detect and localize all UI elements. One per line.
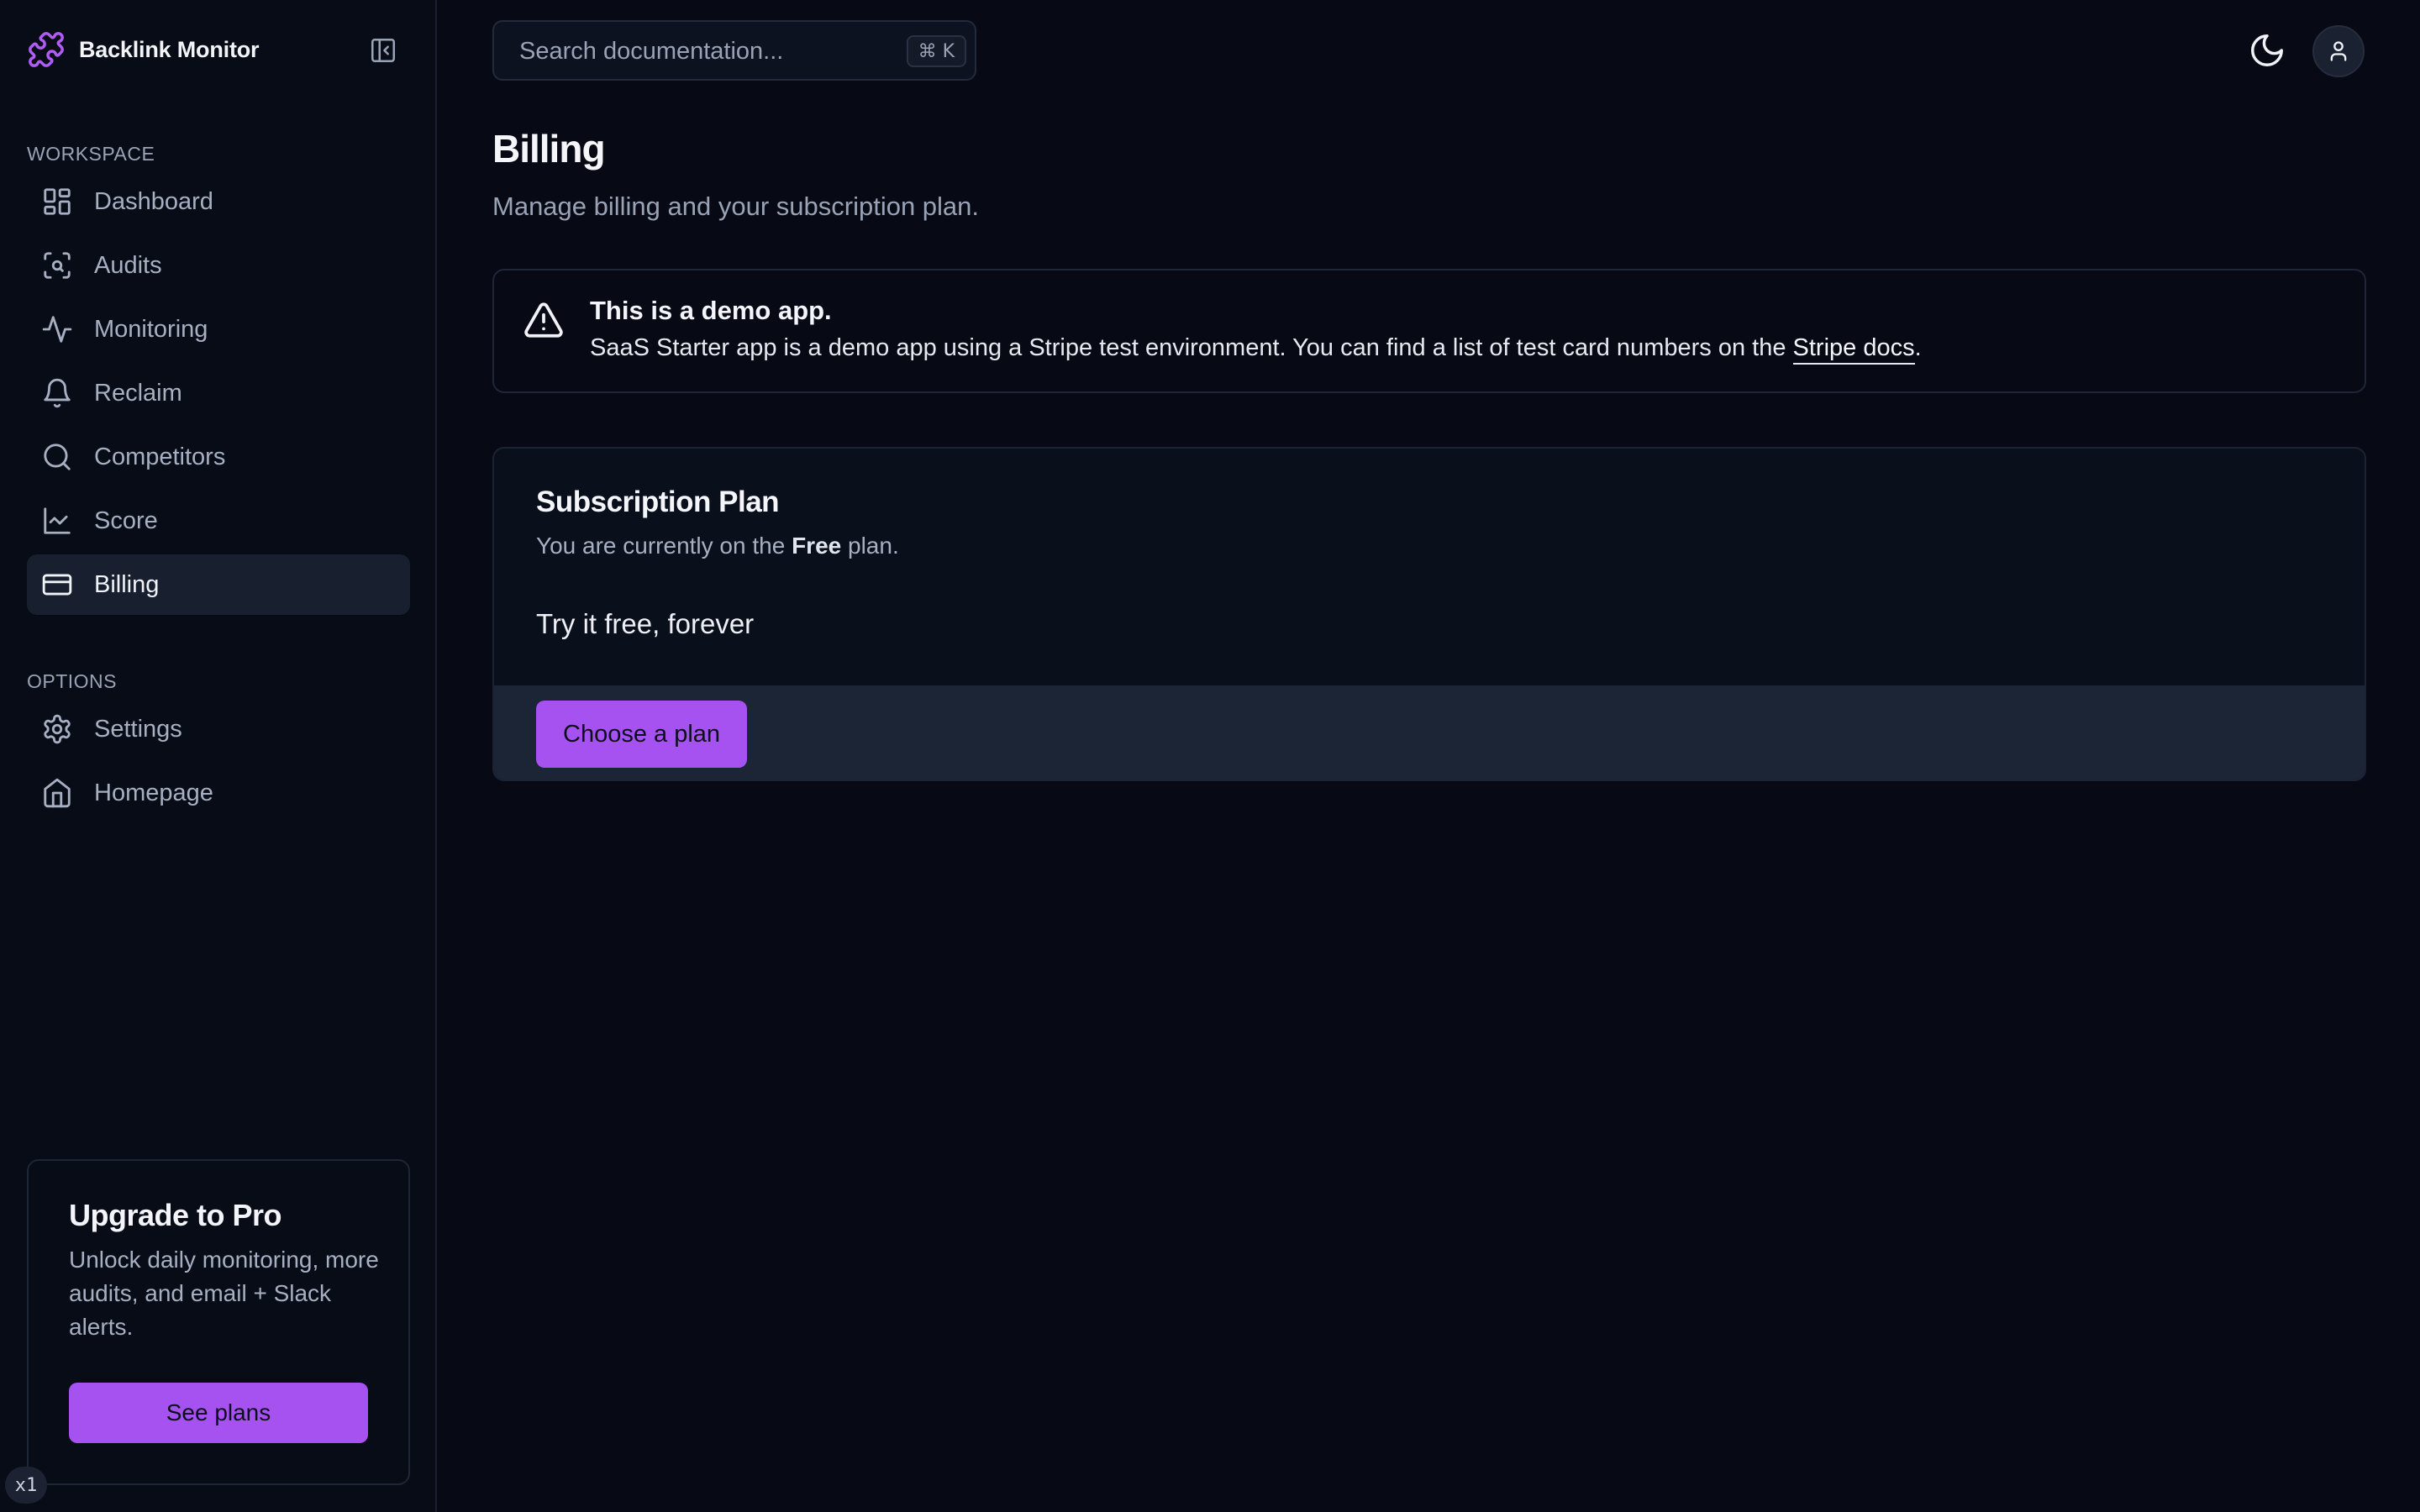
alert-title: This is a demo app. [590, 296, 832, 325]
gear-icon [40, 712, 74, 746]
page-title: Billing [492, 127, 606, 171]
search-shortcut-badge: ⌘ K [906, 35, 966, 67]
sidebar-item-dashboard[interactable]: Dashboard [27, 171, 410, 232]
sidebar-item-settings[interactable]: Settings [27, 699, 410, 759]
upgrade-title: Upgrade to Pro [69, 1198, 282, 1232]
demo-alert: This is a demo app. SaaS Starter app is … [492, 269, 2366, 393]
sidebar-item-label: Reclaim [94, 379, 182, 407]
activity-icon [40, 312, 74, 346]
credit-card-icon [40, 568, 74, 601]
sidebar-item-label: Settings [94, 715, 182, 743]
sidebar-item-score[interactable]: Score [27, 491, 410, 551]
sidebar-item-billing[interactable]: Billing [27, 554, 410, 615]
sidebar-item-homepage[interactable]: Homepage [27, 763, 410, 823]
home-icon [40, 776, 74, 810]
sidebar-item-label: Monitoring [94, 315, 208, 343]
search-box[interactable]: ⌘ K [492, 20, 976, 81]
app: Backlink Monitor WORKSPACE Dashboard Aud… [0, 0, 2420, 1512]
sidebar-item-monitoring[interactable]: Monitoring [27, 299, 410, 360]
brand[interactable]: Backlink Monitor [27, 29, 260, 71]
search-input[interactable] [519, 34, 881, 69]
bell-icon [40, 376, 74, 410]
workspace-section-label: WORKSPACE [27, 143, 155, 165]
see-plans-button[interactable]: See plans [69, 1383, 368, 1443]
sidebar-item-label: Audits [94, 251, 162, 279]
theme-toggle-button[interactable] [2244, 27, 2291, 74]
alert-text: SaaS Starter app is a demo app using a S… [590, 334, 1922, 365]
plan-card-title: Subscription Plan [536, 486, 780, 518]
puzzle-logo-icon [29, 32, 64, 67]
page-subtitle: Manage billing and your subscription pla… [492, 192, 980, 221]
plan-card-footer: Choose a plan [494, 685, 2365, 780]
plan-tagline: Try it free, forever [536, 608, 755, 639]
chart-icon [40, 504, 74, 538]
sidebar-item-audits[interactable]: Audits [27, 235, 410, 296]
subscription-plan-card: Subscription Plan You are currently on t… [492, 447, 2366, 781]
choose-plan-button[interactable]: Choose a plan [536, 701, 748, 768]
plan-desc-suffix: plan. [848, 533, 899, 559]
user-icon [2330, 41, 2347, 61]
sidebar-item-reclaim[interactable]: Reclaim [27, 363, 410, 423]
current-plan-name: Free [792, 533, 842, 559]
sidebar-item-label: Competitors [94, 443, 226, 470]
sidebar-item-competitors[interactable]: Competitors [27, 427, 410, 487]
app-name: Backlink Monitor [79, 36, 260, 62]
version-badge[interactable]: x1 [5, 1467, 47, 1504]
sidebar: Backlink Monitor WORKSPACE Dashboard Aud… [0, 0, 437, 1512]
warning-triangle-icon [524, 302, 563, 338]
stripe-docs-link[interactable]: Stripe docs [1792, 334, 1915, 365]
sidebar-item-label: Homepage [94, 779, 213, 806]
upgrade-description: Unlock daily monitoring, more audits, an… [69, 1247, 379, 1340]
dashboard-icon [40, 185, 74, 218]
sidebar-item-label: Dashboard [94, 187, 213, 215]
moon-icon [2251, 34, 2283, 66]
sidebar-item-label: Billing [94, 570, 160, 598]
search-icon [40, 440, 74, 474]
scan-icon [40, 249, 74, 282]
plan-desc-prefix: You are currently on the [536, 533, 786, 559]
plan-card-description: You are currently on the Free plan. [536, 533, 899, 559]
sidebar-item-label: Score [94, 507, 158, 534]
collapse-sidebar-button[interactable] [366, 35, 400, 66]
alert-message: SaaS Starter app is a demo app using a S… [590, 334, 1786, 361]
panel-left-icon [371, 38, 396, 63]
upgrade-card: Upgrade to Pro Unlock daily monitoring, … [27, 1159, 410, 1485]
alert-suffix: . [1914, 334, 1922, 361]
user-avatar-button[interactable] [2312, 25, 2365, 77]
options-section-label: OPTIONS [27, 670, 118, 692]
